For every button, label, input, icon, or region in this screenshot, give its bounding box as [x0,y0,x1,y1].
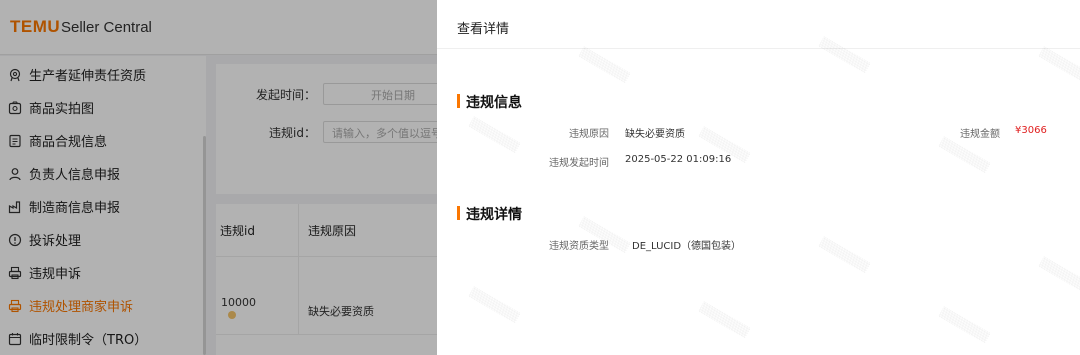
section-title-violation-detail: 违规详情 [457,204,522,224]
section-title-violation-info: 违规信息 [457,92,522,112]
qualification-type-label: 违规资质类型 [549,241,609,252]
violation-reason-label: 违规原因 [569,129,609,140]
violation-time-value: 2025-05-22 01:09:16 [625,154,732,165]
drawer-header-divider [437,48,1080,49]
violation-amount-value: ¥3066 [1015,125,1047,136]
violation-reason-value: 缺失必要资质 [625,129,685,140]
drawer-title: 查看详情 [457,22,510,37]
violation-time-label: 违规发起时间 [549,158,609,169]
detail-drawer: 查看详情 违规信息 违规原因 缺失必要资质 违规金额 ¥3066 违规发起时间 … [437,0,1080,355]
violation-amount-label: 违规金额 [960,129,1000,140]
qualification-type-value: DE_LUCID（德国包装） [632,241,742,252]
modal-overlay[interactable] [0,0,437,355]
